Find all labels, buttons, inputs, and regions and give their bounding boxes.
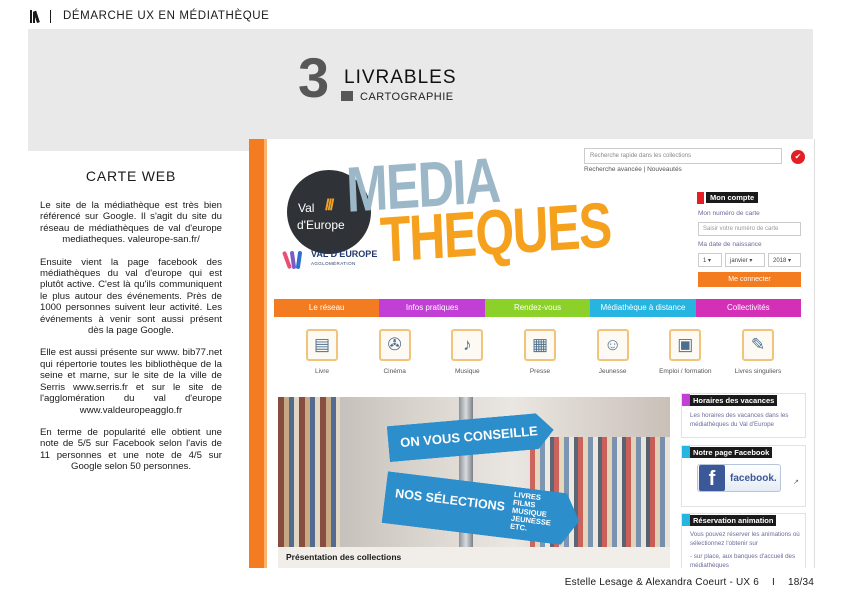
search-icon[interactable]: ✔ xyxy=(791,150,805,164)
left-text-column: CARTE WEB Le site de la médiathèque est … xyxy=(40,168,222,484)
logo-europe-text: d'Europe xyxy=(297,218,345,232)
booking-title: Réservation animation xyxy=(690,514,777,526)
booking-tag xyxy=(682,514,690,526)
category-jeunesse[interactable]: ☺ Jeunesse xyxy=(582,329,644,375)
bookshelf-image xyxy=(278,397,340,568)
agglomeration-mark-icon xyxy=(282,249,307,270)
agglomeration-name: VAL D'EUROPE AGGLOMÉRATION xyxy=(311,250,377,268)
left-paragraph: En terme de popularité elle obtient une … xyxy=(40,426,222,473)
facebook-box-header: Notre page Facebook xyxy=(682,446,773,458)
top-header: DÉMARCHE UX EN MÉDIATHÈQUE xyxy=(30,8,269,24)
mediatheques-title-theques: THEQUES xyxy=(378,188,612,276)
book-icon: ▤ xyxy=(306,329,338,361)
birthdate-label: Ma date de naissance xyxy=(698,241,762,248)
nav-item-mediatheque-distance[interactable]: Médiathèque à distance xyxy=(590,299,696,317)
holidays-box-header: Horaires des vacances xyxy=(682,394,778,406)
music-icon: ♪ xyxy=(451,329,484,361)
site-search-links[interactable]: Recherche avancée | Nouveautés xyxy=(584,166,682,173)
category-cinema[interactable]: ✇ Cinéma xyxy=(364,329,426,375)
logo-val-text: Val xyxy=(298,201,315,215)
footer-authors: Estelle Lesage & Alexandra Coeurt - UX 6 xyxy=(564,577,760,588)
birth-year-select[interactable]: 2018 ▾ xyxy=(768,253,801,267)
category-emploi-formation[interactable]: ▣ Emploi / formation xyxy=(654,329,716,375)
section-banner xyxy=(28,29,813,151)
nav-item-rendez-vous[interactable]: Rendez-vous xyxy=(484,299,591,317)
birth-day-value: 1 xyxy=(703,258,707,264)
page-number: 18/34 xyxy=(787,577,814,588)
holidays-title: Horaires des vacances xyxy=(690,394,778,406)
hero-caption: Présentation des collections xyxy=(278,547,670,568)
account-tag xyxy=(697,192,704,204)
account-title: Mon compte xyxy=(706,192,759,203)
nav-item-collectivites[interactable]: Collectivités xyxy=(695,299,802,317)
category-label: Livre xyxy=(314,368,330,375)
birth-month-value: janvier xyxy=(730,258,748,264)
employment-icon: ▣ xyxy=(669,329,702,361)
agglomeration-name-bottom: AGGLOMÉRATION xyxy=(311,261,356,266)
sign-selections-list: LIVRES FILMS MUSIQUE JEUNESSE ETC. xyxy=(510,491,555,536)
birth-month-select[interactable]: janvier ▾ xyxy=(725,253,765,267)
film-reel-icon: ✇ xyxy=(378,329,411,361)
logo-slashes: /// xyxy=(325,197,334,214)
facebook-box[interactable]: Notre page Facebook f facebook. ↗ xyxy=(681,445,806,507)
holidays-box[interactable]: Horaires des vacances Les horaires des v… xyxy=(681,393,806,438)
nav-item-infos-pratiques[interactable]: Infos pratiques xyxy=(379,299,485,317)
child-icon: ☺ xyxy=(596,329,629,361)
left-paragraph: Le site de la médiathèque est très bien … xyxy=(40,200,222,246)
newspaper-icon: ▦ xyxy=(523,329,556,361)
login-button[interactable]: Me connecter xyxy=(698,272,801,287)
sign-list-item: ETC. xyxy=(509,521,528,533)
page-footer: Estelle Lesage & Alexandra Coeurt - UX 6… xyxy=(565,577,814,588)
header-title: DÉMARCHE UX EN MÉDIATHÈQUE xyxy=(63,10,270,22)
category-presse[interactable]: ▦ Presse xyxy=(509,329,571,375)
nav-item-reseau[interactable]: Le réseau xyxy=(274,299,380,317)
facebook-tag xyxy=(682,446,690,458)
agglomeration-logo: VAL D'EUROPE AGGLOMÉRATION xyxy=(282,249,377,270)
tablet-icon: ✎ xyxy=(741,329,774,361)
left-paragraph: Ensuite vient la page facebook des média… xyxy=(40,256,222,337)
facebook-f-icon: f xyxy=(699,465,725,491)
holidays-tag xyxy=(682,394,690,406)
category-label: Cinéma xyxy=(383,368,406,375)
birth-year-value: 2018 xyxy=(773,258,787,264)
agglomeration-name-top: VAL D'EUROPE xyxy=(311,249,378,259)
website-screenshot: Recherche rapide dans les collections ✔ … xyxy=(249,139,815,568)
birth-day-select[interactable]: 1 ▾ xyxy=(698,253,722,267)
category-list: ▤ Livre ✇ Cinéma ♪ Musique ▦ Presse ☺ Je… xyxy=(291,329,789,375)
category-label: Livres singuliers xyxy=(734,368,782,375)
booking-text: Vous pouvez réserver les animations où s… xyxy=(690,531,800,547)
category-label: Presse xyxy=(529,368,551,375)
hero-banner[interactable]: ON VOUS CONSEILLE NOS SÉLECTIONS LIVRES … xyxy=(278,397,670,568)
section-number-dot xyxy=(341,91,353,101)
external-link-icon: ↗ xyxy=(793,479,799,486)
footer-separator: I xyxy=(772,577,775,588)
section-number: 3 xyxy=(298,46,329,109)
library-books-icon xyxy=(30,9,40,23)
category-livres-singuliers[interactable]: ✎ Livres singuliers xyxy=(727,329,789,375)
category-livre[interactable]: ▤ Livre xyxy=(291,329,353,375)
site-main-nav: Le réseau Infos pratiques Rendez-vous Mé… xyxy=(274,299,802,317)
card-number-input[interactable]: Saisir votre numéro de carte xyxy=(698,222,801,236)
facebook-title: Notre page Facebook xyxy=(690,446,773,458)
left-heading: CARTE WEB xyxy=(85,168,177,184)
section-subtitle: CARTOGRAPHIE xyxy=(360,91,454,103)
header-separator xyxy=(50,9,51,23)
sign-selections-label: NOS SÉLECTIONS xyxy=(394,486,506,514)
category-musique[interactable]: ♪ Musique xyxy=(436,329,498,375)
left-paragraph: Elle est aussi présente sur www. bib77.n… xyxy=(40,347,222,416)
booking-box[interactable]: Réservation animation Vous pouvez réserv… xyxy=(681,513,806,568)
site-search-input[interactable]: Recherche rapide dans les collections xyxy=(584,148,782,164)
site-side-stripe xyxy=(249,139,267,568)
facebook-wordmark: facebook. xyxy=(730,472,777,484)
booking-box-header: Réservation animation xyxy=(682,514,777,526)
category-label: Emploi / formation xyxy=(659,368,712,375)
holidays-text: Les horaires des vacances dans les média… xyxy=(690,412,789,428)
section-title: LIVRABLES xyxy=(344,67,457,88)
card-number-label: Mon numéro de carte xyxy=(698,210,760,217)
booking-text-2: - sur place, aux banques d'accueil des m… xyxy=(690,553,796,568)
category-label: Jeunesse xyxy=(598,368,627,375)
facebook-badge[interactable]: f facebook. xyxy=(697,464,781,492)
category-label: Musique xyxy=(455,368,480,375)
